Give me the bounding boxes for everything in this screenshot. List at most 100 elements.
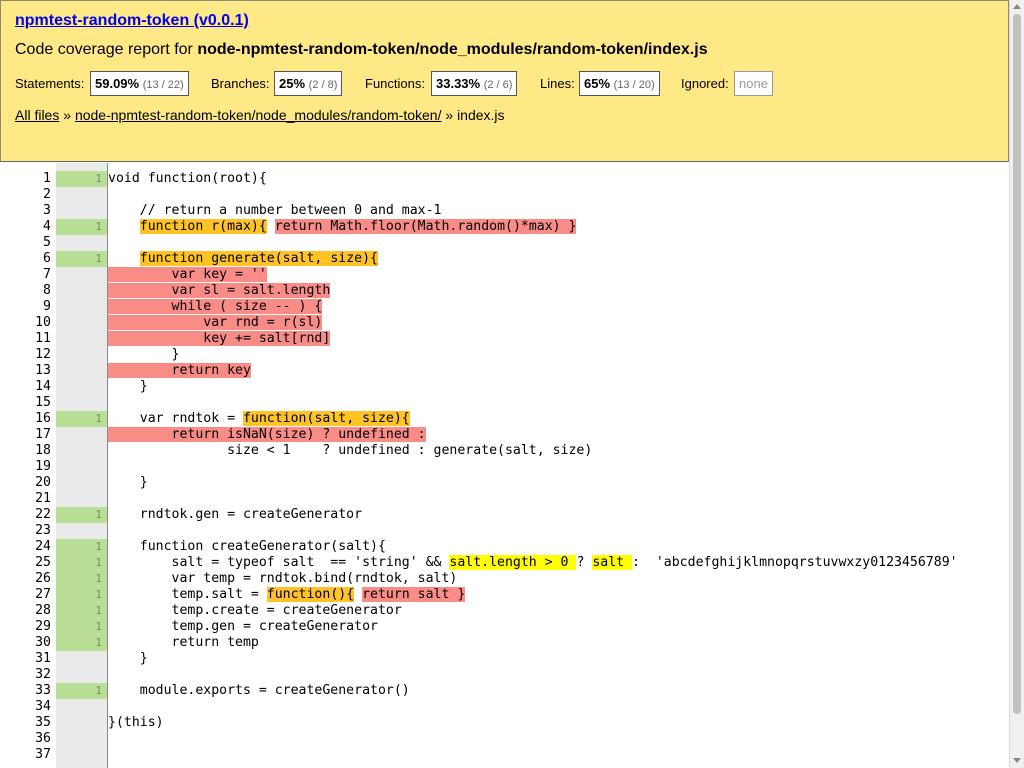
code-line: 28 1 temp.create = createGenerator [0,603,1009,619]
code-line: 27 1 temp.salt = function(){ return salt … [0,587,1009,603]
code-segment: } [108,651,148,666]
line-number[interactable]: 30 [0,635,51,651]
hit-count: 1 [56,539,107,555]
line-number[interactable]: 5 [0,235,51,251]
breadcrumb-all-files-link[interactable]: All files [15,107,59,123]
line-number[interactable]: 15 [0,395,51,411]
coverage-highlight: function(salt, size){ [242,411,410,426]
code-line: 18 size < 1 ? undefined : generate(salt,… [0,443,1009,459]
coverage-highlight: salt.length > 0 [449,555,577,570]
stat-value-box: none [734,71,773,96]
breadcrumb-separator: » [59,107,75,123]
coverage-highlight: return key [108,363,251,378]
code-text: rndtok.gen = createGenerator [108,507,362,523]
stat-pct: 65% [584,76,611,91]
line-number[interactable]: 1 [0,171,51,187]
code-line: 15 [0,395,1009,411]
stat-value-box: 65% (13 / 20) [579,71,660,96]
line-number[interactable]: 18 [0,443,51,459]
code-line: 21 [0,491,1009,507]
code-segment: temp.salt = [108,587,267,602]
code-line: 7 var key = '' [0,267,1009,283]
line-number[interactable]: 11 [0,331,51,347]
code-line: 36 [0,731,1009,747]
line-number[interactable]: 27 [0,587,51,603]
line-number[interactable]: 26 [0,571,51,587]
code-line: 3 // return a number between 0 and max-1 [0,203,1009,219]
code-segment: : 'abcdefghijklmnopqrstuvwxzy0123456789' [632,555,958,570]
line-number[interactable]: 28 [0,603,51,619]
code-segment: return temp [108,635,259,650]
coverage-highlight: key += salt[rnd] [108,331,331,346]
scroll-down-arrow-icon[interactable] [1013,758,1021,763]
code-line: 41 function r(max){ return Math.floor(Ma… [0,219,1009,235]
line-number[interactable]: 31 [0,651,51,667]
line-number[interactable]: 36 [0,731,51,747]
coverage-highlight: function r(max){ [139,219,267,234]
line-number[interactable]: 22 [0,507,51,523]
code-line: 32 [0,667,1009,683]
hit-count: 1 [56,603,107,619]
line-number[interactable]: 25 [0,555,51,571]
code-line: 1 1 void function(root){ [0,171,1009,187]
line-number[interactable]: 33 [0,683,51,699]
code-line: 31 } [0,651,1009,667]
line-number[interactable]: 4 [0,219,51,235]
coverage-highlight: salt [592,555,633,570]
line-number[interactable]: 21 [0,491,51,507]
line-number[interactable]: 13 [0,363,51,379]
line-number[interactable]: 24 [0,539,51,555]
code-line: 16 1 var rndtok = function(salt, size){ [0,411,1009,427]
code-segment: } [108,347,180,362]
line-number[interactable]: 9 [0,299,51,315]
line-number[interactable]: 17 [0,427,51,443]
coverage-highlight: var sl = salt.length [108,283,331,298]
code-text: function createGenerator(salt){ [108,539,386,555]
code-line: 11 key += salt[rnd] [0,331,1009,347]
line-number[interactable]: 3 [0,203,51,219]
hit-count: 1 [56,571,107,587]
stat-fraction: (2 / 6) [483,79,513,91]
vertical-scrollbar[interactable] [1009,0,1024,768]
line-number[interactable]: 37 [0,747,51,763]
code-segment: // return a number between 0 and max-1 [108,203,442,218]
line-number[interactable]: 20 [0,475,51,491]
line-number[interactable]: 2 [0,187,51,203]
scroll-up-arrow-icon[interactable] [1013,4,1021,9]
code-text: var rnd = r(sl) [108,315,323,331]
line-number[interactable]: 19 [0,459,51,475]
line-number[interactable]: 29 [0,619,51,635]
code-segment: rndtok.gen = createGenerator [108,507,363,522]
line-number[interactable]: 23 [0,523,51,539]
code-text: } [108,651,148,667]
code-text: while ( size -- ) { [108,299,323,315]
line-number[interactable]: 16 [0,411,51,427]
line-number[interactable]: 7 [0,267,51,283]
line-number[interactable]: 14 [0,379,51,395]
code-line: 5 [0,235,1009,251]
code-text: key += salt[rnd] [108,331,331,347]
line-number[interactable]: 6 [0,251,51,267]
code-line: 2 [0,187,1009,203]
code-line: 23 [0,523,1009,539]
line-number[interactable]: 35 [0,715,51,731]
hit-count: 1 [56,219,107,235]
code-text: // return a number between 0 and max-1 [108,203,442,219]
coverage-highlight: function generate(salt, size){ [139,251,378,266]
hit-count: 1 [56,171,107,187]
code-segment: temp.gen = createGenerator [108,619,378,634]
code-text: var rndtok = function(salt, size){ [108,411,410,427]
stat-value-box: 25% (2 / 8) [274,71,343,96]
line-number[interactable]: 10 [0,315,51,331]
line-number[interactable]: 12 [0,347,51,363]
breadcrumb-directory-link[interactable]: node-npmtest-random-token/node_modules/r… [75,107,442,123]
code-text: return temp [108,635,259,651]
package-title-link[interactable]: npmtest-random-token (v0.0.1) [15,12,249,30]
code-segment: } [108,475,148,490]
code-line: 12 } [0,347,1009,363]
line-number[interactable]: 8 [0,283,51,299]
scrollbar-thumb[interactable] [1013,14,1021,714]
line-number[interactable]: 34 [0,699,51,715]
line-number[interactable]: 32 [0,667,51,683]
